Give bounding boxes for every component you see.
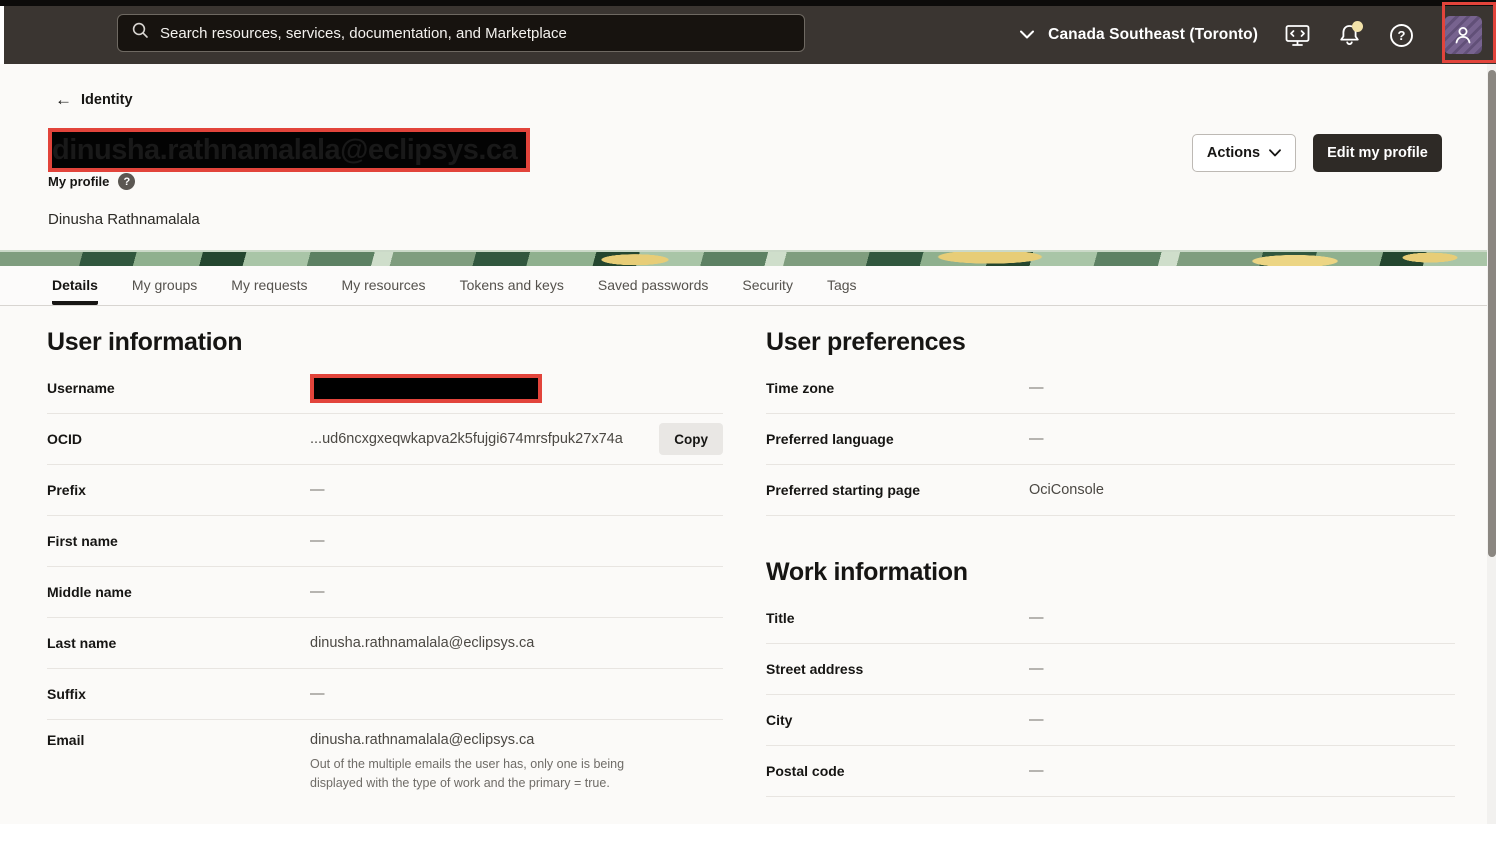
search-icon	[132, 22, 149, 44]
tab-details[interactable]: Details	[52, 266, 98, 305]
page-subtitle: My profile	[48, 174, 109, 189]
tab-my-requests[interactable]: My requests	[231, 266, 307, 305]
field-row-prefix: Prefix —	[47, 465, 723, 516]
breadcrumb-identity-link[interactable]: Identity	[81, 92, 133, 108]
field-row-username: Username	[47, 363, 723, 414]
field-row-preferred-starting-page: Preferred starting page OciConsole	[766, 465, 1455, 516]
window-bottom-edge	[0, 824, 1496, 856]
actions-button[interactable]: Actions	[1192, 134, 1296, 172]
field-row-middle-name: Middle name —	[47, 567, 723, 618]
field-row-title: Title —	[766, 593, 1455, 644]
field-row-suffix: Suffix —	[47, 669, 723, 720]
field-row-time-zone: Time zone —	[766, 363, 1455, 414]
page-scrollbar[interactable]	[1487, 64, 1496, 824]
notifications-bell-icon[interactable]	[1336, 22, 1362, 48]
cloud-shell-icon[interactable]	[1284, 22, 1310, 48]
back-arrow-icon[interactable]: ←	[55, 91, 72, 108]
field-row-preferred-language: Preferred language —	[766, 414, 1455, 465]
field-row-first-name: First name —	[47, 516, 723, 567]
tab-my-groups[interactable]: My groups	[132, 266, 197, 305]
work-information-section: Work information Title — Street address …	[766, 558, 1455, 797]
user-avatar[interactable]	[1444, 16, 1482, 54]
tab-tags[interactable]: Tags	[827, 266, 857, 305]
notification-badge	[1352, 21, 1363, 32]
region-label: Canada Southeast (Toronto)	[1048, 26, 1258, 44]
field-row-ocid: OCID ...ud6ncxgxeqwkapva2k5fujgi674mrsfp…	[47, 414, 723, 465]
user-preferences-section: User preferences Time zone — Preferred l…	[766, 328, 1455, 516]
copy-ocid-button[interactable]: Copy	[659, 423, 723, 455]
email-value: dinusha.rathnamalala@eclipsys.ca	[310, 732, 648, 748]
search-input[interactable]	[160, 25, 790, 42]
topbar: Canada Southeast (Toronto) ?	[0, 6, 1496, 64]
help-icon[interactable]: ?	[1388, 22, 1414, 48]
scrollbar-thumb[interactable]	[1488, 70, 1496, 557]
oci-console-window: Canada Southeast (Toronto) ? ← Ide	[0, 0, 1496, 856]
profile-tabs: Details My groups My requests My resourc…	[0, 266, 1496, 306]
chevron-down-icon	[1269, 149, 1281, 157]
my-profile-help-icon[interactable]: ?	[118, 173, 135, 190]
window-left-edge	[0, 6, 4, 64]
global-search[interactable]	[117, 14, 805, 52]
tab-tokens-and-keys[interactable]: Tokens and keys	[460, 266, 564, 305]
tab-my-resources[interactable]: My resources	[342, 266, 426, 305]
tab-saved-passwords[interactable]: Saved passwords	[598, 266, 709, 305]
edit-my-profile-button[interactable]: Edit my profile	[1313, 134, 1442, 172]
email-note: Out of the multiple emails the user has,…	[310, 755, 648, 792]
breadcrumb[interactable]: ← Identity	[55, 91, 133, 108]
svg-text:?: ?	[1397, 28, 1405, 43]
ocid-value: ...ud6ncxgxeqwkapva2k5fujgi674mrsfpuk27x…	[310, 431, 623, 447]
section-title-user-information: User information	[47, 328, 723, 357]
page-title: dinusha.rathnamalala@eclipsys.ca	[52, 132, 526, 168]
section-title-work-information: Work information	[766, 558, 1455, 587]
user-display-name: Dinusha Rathnamalala	[48, 211, 200, 228]
field-row-city: City —	[766, 695, 1455, 746]
user-information-section: User information Username OCID ...ud6ncx…	[47, 306, 723, 806]
cover-pattern-banner	[0, 250, 1488, 266]
details-panel: User information Username OCID ...ud6ncx…	[0, 306, 1496, 824]
section-title-user-preferences: User preferences	[766, 328, 1455, 357]
chevron-down-icon	[1020, 26, 1034, 44]
field-row-email: Email dinusha.rathnamalala@eclipsys.ca O…	[47, 720, 723, 806]
redaction-annotation-page-title: dinusha.rathnamalala@eclipsys.ca	[48, 128, 530, 172]
tab-security[interactable]: Security	[742, 266, 793, 305]
field-row-postal-code: Postal code —	[766, 746, 1455, 797]
field-row-last-name: Last name dinusha.rathnamalala@eclipsys.…	[47, 618, 723, 669]
redaction-annotation-username	[310, 374, 542, 403]
profile-header: ← Identity dinusha.rathnamalala@eclipsys…	[0, 64, 1496, 250]
region-selector[interactable]: Canada Southeast (Toronto)	[1020, 26, 1258, 44]
field-row-street-address: Street address —	[766, 644, 1455, 695]
